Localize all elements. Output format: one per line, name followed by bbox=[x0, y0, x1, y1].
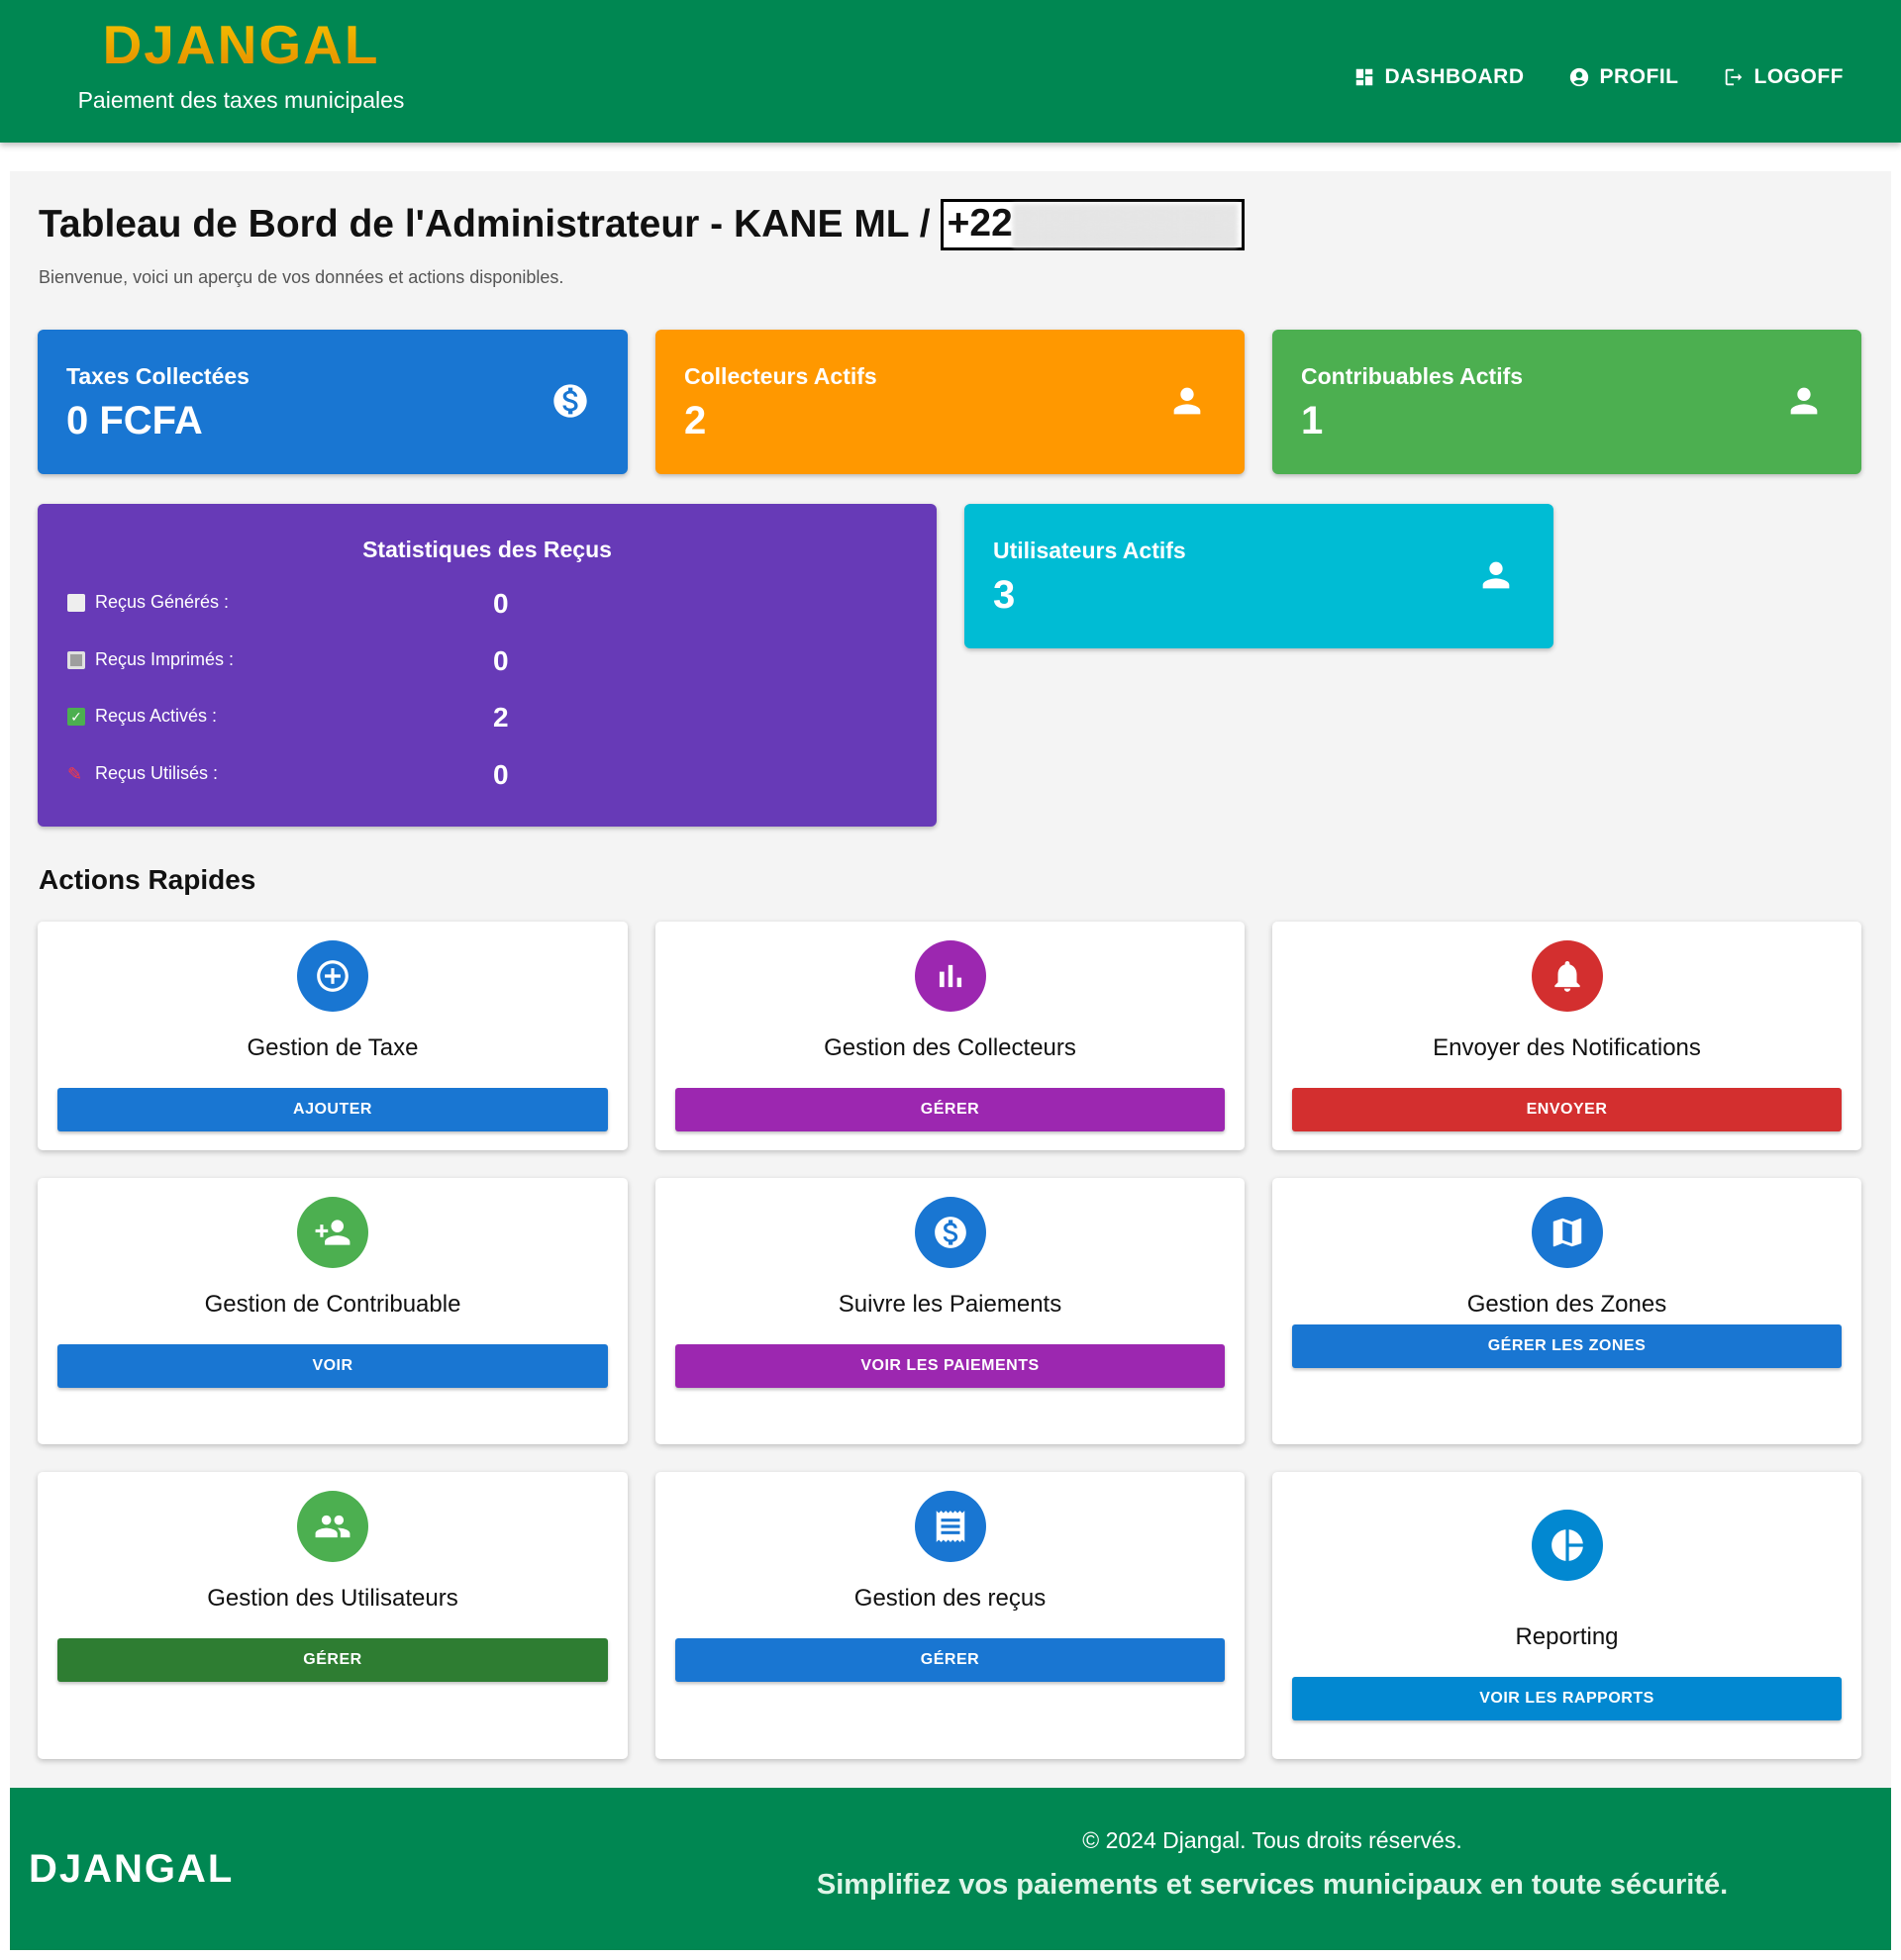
stat-label: Collecteurs Actifs bbox=[684, 363, 877, 389]
account-circle-icon bbox=[1569, 67, 1588, 87]
receipts-row-value: 0 bbox=[493, 588, 509, 619]
pie-chart-icon bbox=[1531, 1510, 1603, 1581]
action-title: Gestion de Contribuable bbox=[204, 1291, 461, 1318]
action-card-notifications: Envoyer des Notifications ENVOYER bbox=[1272, 922, 1861, 1150]
logout-icon bbox=[1725, 68, 1742, 86]
action-title: Envoyer des Notifications bbox=[1433, 1034, 1701, 1061]
action-card-taxe: Gestion de Taxe AJOUTER bbox=[38, 922, 628, 1150]
page-title: Tableau de Bord de l'Administrateur - KA… bbox=[39, 199, 1246, 250]
receipts-row-generes: Reçus Générés : 0 bbox=[67, 588, 909, 628]
gerer-utilisateurs-button[interactable]: GÉRER bbox=[57, 1638, 608, 1682]
person-add-icon bbox=[297, 1197, 368, 1268]
receipts-row-value: 0 bbox=[493, 759, 509, 790]
pushpin-icon: ✎ bbox=[67, 763, 83, 784]
action-card-collecteurs: Gestion des Collecteurs GÉRER bbox=[655, 922, 1245, 1150]
stat-label: Utilisateurs Actifs bbox=[993, 538, 1186, 563]
phone-redaction: ▓▓▓▓▓▓▓▓ bbox=[1012, 202, 1239, 245]
stat-card-contribuables: Contribuables Actifs 1 bbox=[1272, 330, 1861, 474]
voir-contribuable-button[interactable]: VOIR bbox=[57, 1344, 608, 1388]
check-box-icon: ✓ bbox=[67, 707, 85, 726]
brand-tagline: Paiement des taxes municipales bbox=[77, 87, 405, 113]
gerer-collecteurs-button[interactable]: GÉRER bbox=[675, 1088, 1225, 1131]
gerer-zones-button[interactable]: GÉRER LES ZONES bbox=[1292, 1324, 1842, 1368]
bell-icon bbox=[1531, 940, 1603, 1012]
stat-value: 0 FCFA bbox=[66, 399, 203, 442]
action-title: Suivre les Paiements bbox=[838, 1291, 1062, 1318]
action-title: Gestion des Collecteurs bbox=[824, 1034, 1076, 1061]
receipts-row-imprimes: Reçus Imprimés : 0 bbox=[67, 645, 909, 685]
stat-label: Contribuables Actifs bbox=[1301, 363, 1524, 389]
action-card-contribuable: Gestion de Contribuable VOIR bbox=[38, 1178, 628, 1444]
brand: DJANGAL Paiement des taxes municipales bbox=[66, 14, 416, 114]
page-subtitle: Bienvenue, voici un aperçu de vos donnée… bbox=[39, 267, 564, 287]
person-icon bbox=[1167, 381, 1207, 421]
stat-card-collecteurs: Collecteurs Actifs 2 bbox=[655, 330, 1245, 474]
receipts-row-label: Reçus Imprimés : bbox=[95, 649, 235, 669]
top-app-bar: DJANGAL Paiement des taxes municipales D… bbox=[0, 0, 1901, 143]
page-icon bbox=[67, 593, 85, 612]
action-card-utilisateurs: Gestion des Utilisateurs GÉRER bbox=[38, 1472, 628, 1759]
add-circle-icon bbox=[297, 940, 368, 1012]
stat-value: 1 bbox=[1301, 399, 1324, 442]
stat-value: 2 bbox=[684, 399, 707, 442]
action-title: Reporting bbox=[1515, 1623, 1619, 1650]
phone-prefix: +22 bbox=[947, 202, 1013, 245]
dashboard-icon bbox=[1355, 68, 1372, 86]
nav-profil-label: PROFIL bbox=[1599, 65, 1679, 88]
group-icon bbox=[297, 1491, 368, 1562]
receipts-row-utilises: ✎ Reçus Utilisés : 0 bbox=[67, 759, 909, 799]
receipts-row-label: Reçus Activés : bbox=[95, 706, 218, 726]
receipt-icon bbox=[914, 1491, 986, 1562]
action-card-paiements: Suivre les Paiements VOIR LES PAIEMENTS bbox=[655, 1178, 1245, 1444]
nav-dashboard-label: DASHBOARD bbox=[1384, 65, 1525, 88]
action-title: Gestion de Taxe bbox=[247, 1034, 419, 1061]
dollar-icon bbox=[914, 1197, 986, 1268]
receipts-row-value: 0 bbox=[493, 645, 509, 676]
footer: DJANGAL © 2024 Djangal. Tous droits rése… bbox=[10, 1788, 1891, 1950]
page-title-text: Tableau de Bord de l'Administrateur - KA… bbox=[39, 203, 931, 245]
receipts-row-value: 2 bbox=[493, 702, 509, 733]
receipts-stats-card: Statistiques des Reçus Reçus Générés : 0… bbox=[38, 504, 937, 827]
voir-rapports-button[interactable]: VOIR LES RAPPORTS bbox=[1292, 1677, 1842, 1720]
action-title: Gestion des Zones bbox=[1466, 1291, 1667, 1318]
stat-label: Taxes Collectées bbox=[66, 363, 250, 389]
main-nav: DASHBOARD PROFIL LOGOFF bbox=[1353, 65, 1845, 89]
ajouter-taxe-button[interactable]: AJOUTER bbox=[57, 1088, 608, 1131]
receipts-row-actives: ✓ Reçus Activés : 2 bbox=[67, 702, 909, 741]
redacted-phone: +22▓▓▓▓▓▓▓▓ bbox=[940, 199, 1246, 250]
map-icon bbox=[1531, 1197, 1603, 1268]
actions-section-title: Actions Rapides bbox=[39, 864, 256, 895]
stat-card-taxes: Taxes Collectées 0 FCFA bbox=[38, 330, 628, 474]
person-icon bbox=[1784, 381, 1824, 421]
nav-logoff[interactable]: LOGOFF bbox=[1723, 65, 1845, 89]
dollar-icon bbox=[550, 381, 590, 421]
receipts-row-label: Reçus Utilisés : bbox=[95, 763, 219, 783]
printer-icon bbox=[67, 650, 85, 669]
footer-brand: DJANGAL bbox=[29, 1847, 235, 1891]
action-card-reporting: Reporting VOIR LES RAPPORTS bbox=[1272, 1472, 1861, 1759]
action-card-zones: Gestion des Zones GÉRER LES ZONES bbox=[1272, 1178, 1861, 1444]
action-title: Gestion des Utilisateurs bbox=[207, 1585, 458, 1612]
dashboard-main: Tableau de Bord de l'Administrateur - KA… bbox=[10, 171, 1891, 1788]
footer-copyright: © 2024 Djangal. Tous droits réservés. bbox=[1082, 1827, 1462, 1853]
receipts-title: Statistiques des Reçus bbox=[362, 537, 612, 562]
brand-logo-text[interactable]: DJANGAL bbox=[66, 14, 416, 75]
person-icon bbox=[1476, 555, 1516, 595]
gerer-recus-button[interactable]: GÉRER bbox=[675, 1638, 1225, 1682]
action-card-recus: Gestion des reçus GÉRER bbox=[655, 1472, 1245, 1759]
nav-profil[interactable]: PROFIL bbox=[1568, 65, 1679, 89]
nav-logoff-label: LOGOFF bbox=[1753, 65, 1844, 88]
footer-slogan: Simplifiez vos paiements et services mun… bbox=[816, 1869, 1729, 1901]
action-title: Gestion des reçus bbox=[853, 1585, 1047, 1612]
nav-dashboard[interactable]: DASHBOARD bbox=[1353, 65, 1525, 89]
receipts-row-label: Reçus Générés : bbox=[95, 592, 230, 612]
stat-value: 3 bbox=[993, 573, 1016, 617]
bar-chart-icon bbox=[914, 940, 986, 1012]
voir-paiements-button[interactable]: VOIR LES PAIEMENTS bbox=[675, 1344, 1225, 1388]
envoyer-notifications-button[interactable]: ENVOYER bbox=[1292, 1088, 1842, 1131]
stat-card-utilisateurs: Utilisateurs Actifs 3 bbox=[964, 504, 1553, 648]
